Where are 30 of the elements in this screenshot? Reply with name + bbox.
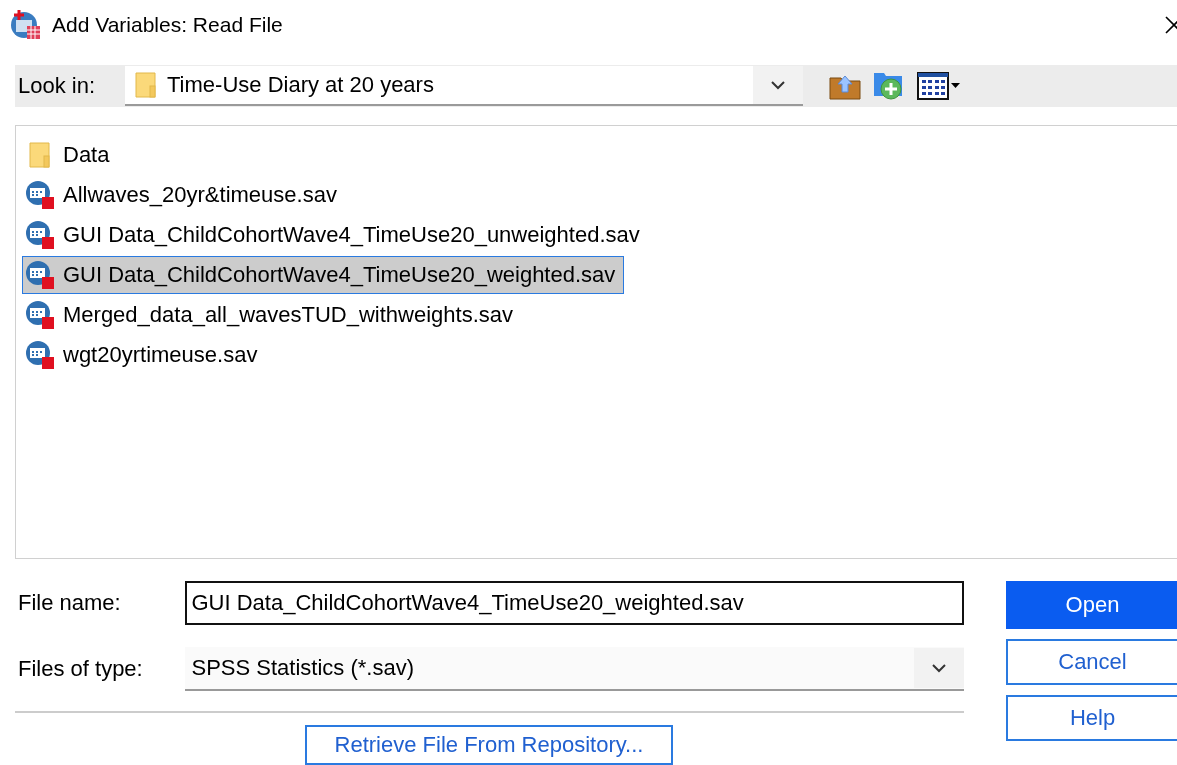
folder-icon [135,72,157,98]
look-in-value: Time-Use Diary at 20 years [167,72,435,98]
file-type-label: Files of type: [17,656,144,682]
open-button[interactable]: Open [1006,581,1177,629]
data-file-icon [25,220,55,250]
file-list-item[interactable]: Allwaves_20yr&timeuse.sav [22,176,346,214]
data-file-icon [25,260,55,290]
app-icon [10,9,42,41]
file-name-field[interactable]: GUI Data_ChildCohortWave4_TimeUse20_weighted.sav [185,581,964,625]
chevron-down-icon [932,663,946,673]
window-title: Add Variables: Read File [52,13,283,37]
file-list-item[interactable]: wgt20yrtimeuse.sav [22,336,267,374]
dialog-button[interactable]: Cancel [1006,639,1177,685]
file-list-item[interactable]: GUI Data_ChildCohortWave4_TimeUse20_unweighted.sav [22,216,649,254]
look-in-dropdown[interactable]: Time-Use Diary at 20 years [125,66,803,106]
look-in-label: Look in: [17,73,97,99]
file-name-label: File name: [17,590,122,616]
dialog-button[interactable]: Help [1006,695,1177,741]
data-file-icon [25,300,55,330]
chevron-down-icon [771,80,785,90]
file-list-item[interactable]: Merged_data_all_wavesTUD_withweights.sav [22,296,522,334]
file-list-item[interactable]: Data [22,136,119,174]
folder-icon [29,142,51,168]
repository-button[interactable]: Retrieve File From Repository... [305,725,673,765]
view-menu-icon[interactable] [917,71,961,101]
data-file-icon [25,340,55,370]
data-file-icon [25,180,55,210]
new-folder-icon[interactable] [873,70,905,102]
file-type-dropdown[interactable]: SPSS Statistics (*.sav) [185,647,964,691]
file-list-item[interactable]: GUI Data_ChildCohortWave4_TimeUse20_weighted.sav [22,256,625,294]
